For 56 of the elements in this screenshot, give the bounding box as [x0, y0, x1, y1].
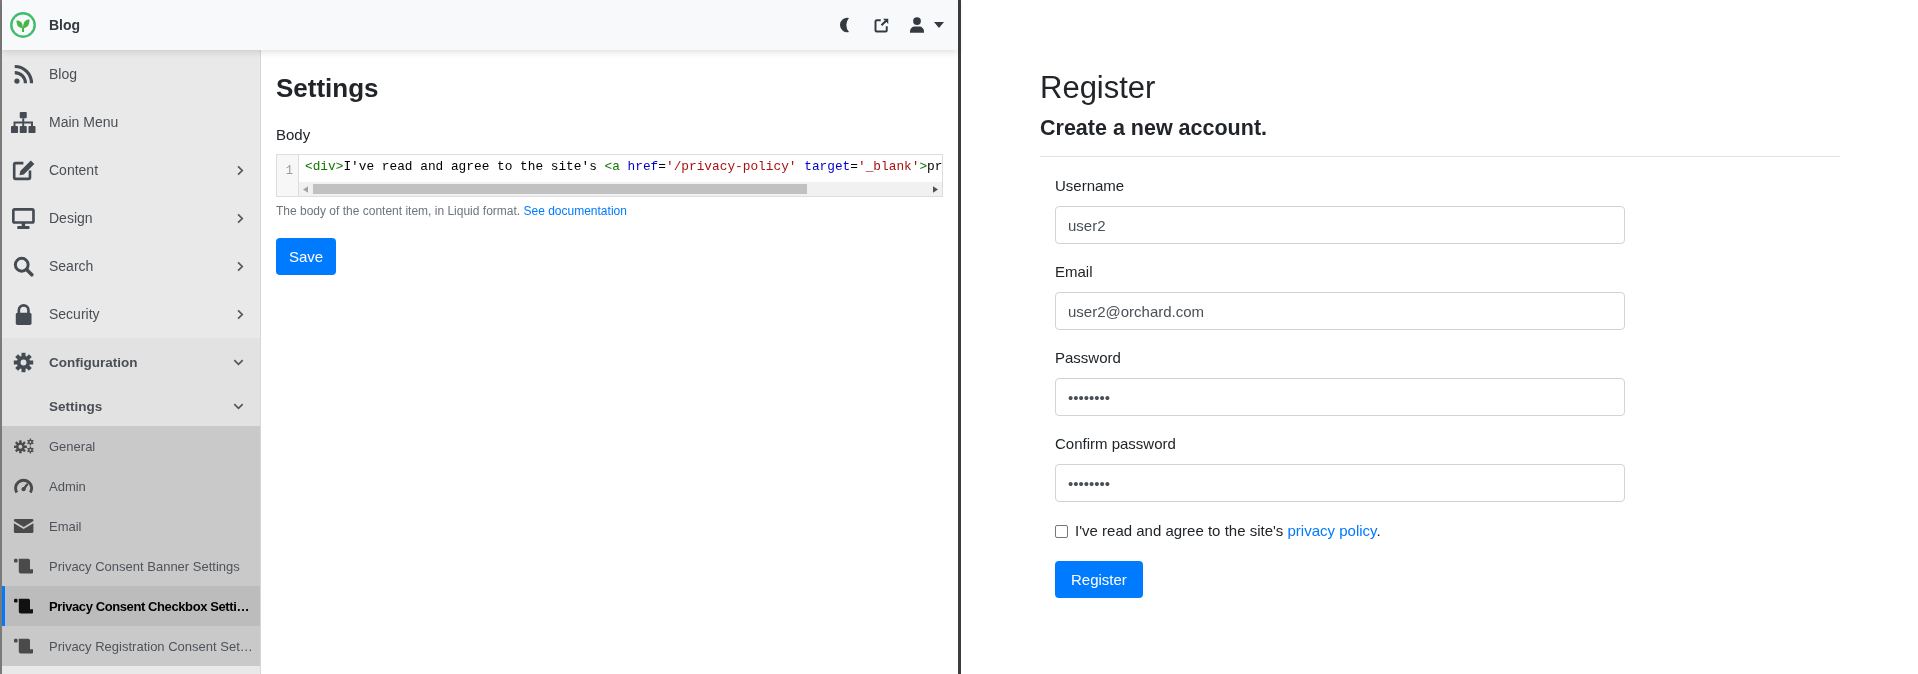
input-field[interactable]: user2	[1055, 206, 1625, 244]
sidebar-item[interactable]: Main Menu	[2, 98, 260, 146]
sidebar-item[interactable]: Settings	[2, 386, 260, 426]
privacy-policy-link[interactable]: privacy policy	[1287, 522, 1377, 539]
caret-down-icon[interactable]	[934, 22, 944, 28]
site-title[interactable]: Blog	[49, 17, 81, 33]
scroll-icon	[13, 598, 34, 614]
sidebar-item[interactable]: Design	[2, 194, 260, 242]
sidebar-item[interactable]: Search	[2, 242, 260, 290]
search-icon	[13, 255, 34, 277]
sidebar-item[interactable]: Content	[2, 146, 260, 194]
gear-icon	[13, 351, 34, 373]
monitor-icon	[12, 207, 35, 229]
consent-label: I've read and agree to the site's privacy policy.	[1075, 521, 1381, 541]
scrollbar-thumb[interactable]	[313, 184, 807, 194]
field-label: Body	[276, 125, 312, 145]
sidebar-item[interactable]: Blog	[2, 50, 260, 98]
field-label: Confirm password	[1055, 434, 1177, 454]
sidebar-item[interactable]: General	[2, 426, 260, 466]
right-arrow-icon[interactable]	[933, 185, 938, 193]
field-label: Password	[1055, 348, 1122, 368]
lock-icon	[13, 303, 34, 325]
envelope-icon	[12, 518, 35, 534]
page-title: Register	[1040, 69, 1157, 106]
field-hint: The body of the content item, in Liquid format. See documentation	[276, 203, 628, 219]
field-label: Username	[1055, 176, 1126, 196]
sidebar-item[interactable]: Email	[2, 506, 260, 546]
horizontal-scrollbar[interactable]	[299, 182, 942, 196]
sidebar-item[interactable]: Admin	[2, 466, 260, 506]
sidebar-item[interactable]: Privacy Consent Checkbox Setti…	[2, 586, 260, 626]
line-number: 1	[285, 164, 293, 178]
page-title: Settings	[276, 72, 380, 104]
code-editor[interactable]: 1 <div>I've read and agree to the site's <a href='/privacy-policy' target='_blank'>pr	[276, 154, 943, 197]
hierarchy-icon	[11, 111, 36, 133]
sidebar-item[interactable]: Privacy Consent Banner Settings	[2, 546, 260, 586]
sidebar-item[interactable]: Privacy Registration Consent Set…	[2, 626, 260, 666]
scroll-icon	[13, 558, 34, 574]
scroll-icon	[13, 638, 34, 654]
rss-icon	[13, 63, 34, 85]
save-button[interactable]: Save	[276, 238, 337, 275]
checkbox[interactable]	[1055, 524, 1068, 538]
input-field[interactable]: ••••••••	[1055, 464, 1625, 502]
gauge-icon	[13, 478, 34, 494]
field-label: Email	[1055, 262, 1094, 282]
gears-icon	[13, 438, 34, 454]
sidebar-item[interactable]: Configuration	[2, 338, 260, 386]
register-button[interactable]: Register	[1055, 561, 1143, 598]
pencil-square-icon	[12, 159, 35, 181]
input-field[interactable]: ••••••••	[1055, 378, 1625, 416]
page-subtitle: Create a new account.	[1040, 115, 1269, 142]
code-line: <div>I've read and agree to the site's <a href='/privacy-policy' target='_blank'>pr	[304, 158, 942, 176]
documentation-link[interactable]: See documentation	[523, 204, 627, 218]
user-icon[interactable]	[910, 17, 924, 33]
sidebar-item[interactable]: Security	[2, 290, 260, 338]
input-field[interactable]: user2@orchard.com	[1055, 292, 1625, 330]
external-link-icon[interactable]	[874, 17, 889, 33]
